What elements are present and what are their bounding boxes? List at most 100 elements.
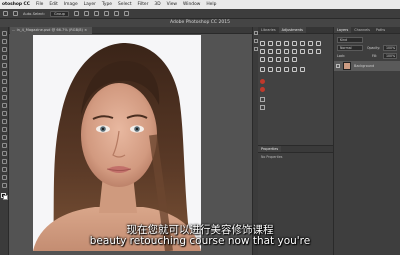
lasso-icon[interactable] bbox=[2, 47, 7, 52]
move-icon[interactable] bbox=[2, 31, 7, 36]
variations-icon[interactable] bbox=[276, 57, 281, 62]
preset-6-icon[interactable] bbox=[300, 67, 305, 72]
menu-edit[interactable]: Edit bbox=[49, 2, 58, 7]
opacity-label: Opacity: bbox=[367, 46, 381, 50]
menu-bar: otoshop CC File Edit Image Layer Type Se… bbox=[0, 0, 400, 9]
path-select-icon[interactable] bbox=[2, 159, 7, 164]
distribute-icon[interactable] bbox=[113, 11, 119, 16]
adjustment-icons-row-4 bbox=[260, 67, 305, 72]
desaturate-icon[interactable] bbox=[284, 57, 289, 62]
app-name: otoshop CC bbox=[2, 2, 31, 7]
tab-channels[interactable]: Channels bbox=[351, 27, 373, 33]
menu-file[interactable]: File bbox=[36, 2, 43, 7]
eyedropper-icon[interactable] bbox=[2, 71, 7, 76]
portrait-image bbox=[33, 35, 201, 251]
portrait-photo[interactable] bbox=[33, 35, 201, 251]
record-icon-2[interactable] bbox=[260, 87, 265, 92]
gradient-icon[interactable] bbox=[2, 119, 7, 124]
type-icon[interactable] bbox=[2, 151, 7, 156]
info-icon[interactable] bbox=[260, 97, 265, 102]
blur-icon[interactable] bbox=[2, 127, 7, 132]
layer-row-background[interactable]: Background bbox=[334, 61, 400, 71]
layer-name: Background bbox=[354, 64, 375, 68]
menu-help[interactable]: Help bbox=[206, 2, 216, 7]
shadows-icon[interactable] bbox=[260, 57, 265, 62]
menu-layer[interactable]: Layer bbox=[84, 2, 96, 7]
preset-3-icon[interactable] bbox=[276, 67, 281, 72]
align-right-icon[interactable] bbox=[93, 11, 99, 16]
color-lookup-icon[interactable] bbox=[276, 49, 281, 54]
marquee-icon[interactable] bbox=[2, 39, 7, 44]
3d-mode-icon[interactable] bbox=[123, 11, 129, 16]
brightness-icon[interactable] bbox=[260, 41, 265, 46]
posterize-icon[interactable] bbox=[292, 49, 297, 54]
channel-mixer-icon[interactable] bbox=[268, 49, 273, 54]
tools-panel bbox=[0, 27, 9, 255]
exposure-icon[interactable] bbox=[284, 41, 289, 46]
eye-icon[interactable] bbox=[336, 64, 340, 68]
tab-adjustments[interactable]: Adjustments bbox=[278, 27, 306, 33]
auto-select-dropdown[interactable]: Group bbox=[50, 10, 69, 17]
match-color-icon[interactable] bbox=[292, 57, 297, 62]
quick-select-icon[interactable] bbox=[2, 55, 7, 60]
tab-layers[interactable]: Layers bbox=[334, 27, 352, 33]
menu-image[interactable]: Image bbox=[64, 2, 78, 7]
levels-icon[interactable] bbox=[268, 41, 273, 46]
subtitle-english: beauty retouching course now that you're bbox=[89, 235, 311, 247]
gradient-map-icon[interactable] bbox=[308, 49, 313, 54]
record-icon[interactable] bbox=[260, 79, 265, 84]
black-white-icon[interactable] bbox=[316, 41, 321, 46]
dodge-icon[interactable] bbox=[2, 135, 7, 140]
preset-2-icon[interactable] bbox=[268, 67, 273, 72]
home-icon[interactable] bbox=[3, 11, 8, 16]
menu-type[interactable]: Type bbox=[102, 2, 112, 7]
photo-filter-icon[interactable] bbox=[260, 49, 265, 54]
align-left-icon[interactable] bbox=[73, 11, 79, 16]
hue-saturation-icon[interactable] bbox=[300, 41, 305, 46]
align-center-icon[interactable] bbox=[83, 11, 89, 16]
document-tab[interactable]: ... in_4_Magazine.psd @ 66.7% (RGB/8) × bbox=[10, 27, 92, 34]
align-top-icon[interactable] bbox=[103, 11, 109, 16]
fill-label: Fill: bbox=[372, 54, 378, 58]
eraser-icon[interactable] bbox=[2, 111, 7, 116]
properties-title[interactable]: Properties bbox=[258, 146, 282, 152]
healing-brush-icon[interactable] bbox=[2, 79, 7, 84]
brush-icon[interactable] bbox=[2, 87, 7, 92]
preset-4-icon[interactable] bbox=[284, 67, 289, 72]
clone-stamp-icon[interactable] bbox=[2, 95, 7, 100]
background-color-swatch[interactable] bbox=[3, 195, 8, 200]
invert-icon[interactable] bbox=[284, 49, 289, 54]
color-balance-icon[interactable] bbox=[308, 41, 313, 46]
tab-paths[interactable]: Paths bbox=[373, 27, 388, 33]
preset-5-icon[interactable] bbox=[292, 67, 297, 72]
history-brush-icon[interactable] bbox=[2, 103, 7, 108]
swatches-icon[interactable] bbox=[260, 105, 265, 110]
threshold-icon[interactable] bbox=[300, 49, 305, 54]
menu-3d[interactable]: 3D bbox=[154, 2, 160, 7]
menu-view[interactable]: View bbox=[167, 2, 177, 7]
lock-label: Lock: bbox=[337, 54, 346, 58]
shape-icon[interactable] bbox=[2, 167, 7, 172]
fill-field[interactable]: 100% bbox=[383, 53, 397, 59]
adjustment-icons-row-1 bbox=[260, 41, 321, 46]
auto-select-label: Auto-Select: bbox=[23, 11, 46, 16]
selective-color-icon[interactable] bbox=[316, 49, 321, 54]
kind-filter-dropdown[interactable]: Kind bbox=[337, 37, 363, 43]
menu-window[interactable]: Window bbox=[183, 2, 200, 7]
move-tool-icon[interactable] bbox=[13, 11, 18, 16]
blend-mode-dropdown[interactable]: Normal bbox=[337, 45, 363, 51]
window-title: Adobe Photoshop CC 2015 bbox=[0, 19, 400, 27]
vibrance-icon[interactable] bbox=[292, 41, 297, 46]
curves-icon[interactable] bbox=[276, 41, 281, 46]
menu-select[interactable]: Select bbox=[118, 2, 132, 7]
crop-icon[interactable] bbox=[2, 63, 7, 68]
hdr-icon[interactable] bbox=[268, 57, 273, 62]
pen-icon[interactable] bbox=[2, 143, 7, 148]
opacity-field[interactable]: 100% bbox=[383, 45, 397, 51]
menu-filter[interactable]: Filter bbox=[138, 2, 149, 7]
tab-libraries[interactable]: Libraries bbox=[258, 27, 279, 33]
adjustments-panel: Libraries Adjustments bbox=[258, 27, 334, 145]
preset-1-icon[interactable] bbox=[260, 67, 265, 72]
zoom-icon[interactable] bbox=[2, 183, 7, 188]
hand-icon[interactable] bbox=[2, 175, 7, 180]
